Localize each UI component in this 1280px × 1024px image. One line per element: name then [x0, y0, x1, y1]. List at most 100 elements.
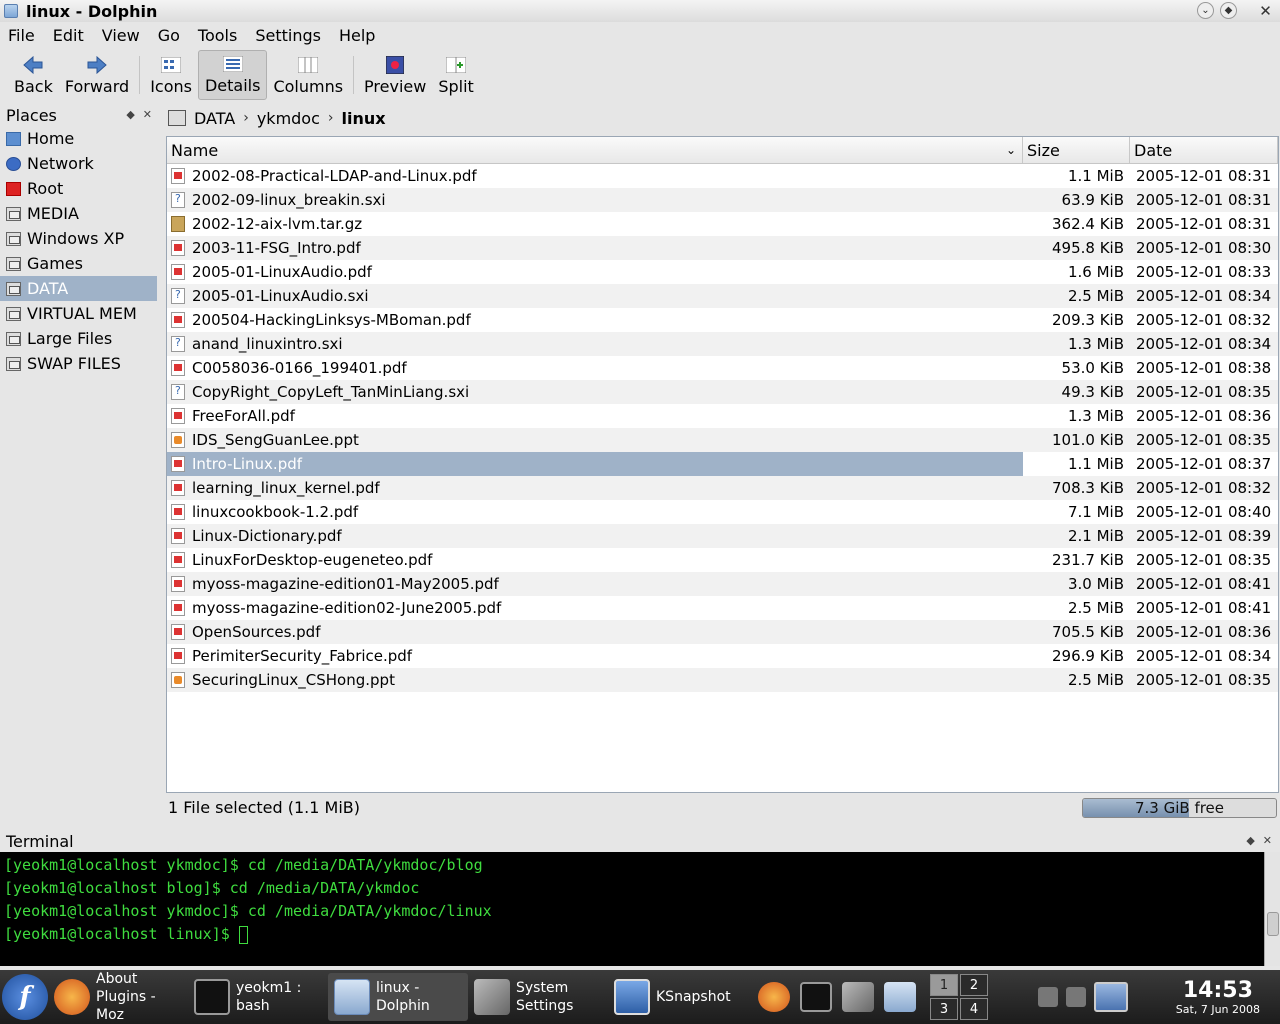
pager-desktop-1[interactable]: 1: [930, 974, 958, 996]
network-tray-icon[interactable]: [1038, 987, 1058, 1007]
file-name-cell[interactable]: C0058036-0166_199401.pdf: [167, 356, 1023, 380]
preview-button[interactable]: Preview: [358, 50, 432, 100]
terminal-scrollbar[interactable]: [1264, 852, 1280, 966]
file-name-cell[interactable]: SecuringLinux_CSHong.ppt: [167, 668, 1023, 692]
menu-help[interactable]: Help: [339, 26, 375, 45]
file-name-cell[interactable]: myoss-magazine-edition01-May2005.pdf: [167, 572, 1023, 596]
scrollbar-thumb[interactable]: [1267, 912, 1279, 936]
file-row[interactable]: 2002-12-aix-lvm.tar.gz 362.4 KiB 2005-12-0…: [167, 212, 1278, 236]
task-terminal[interactable]: yeokm1 : bash: [188, 973, 328, 1021]
file-row[interactable]: C0058036-0166_199401.pdf 53.0 KiB 2005-12-…: [167, 356, 1278, 380]
breadcrumb-linux[interactable]: linux: [342, 109, 386, 128]
file-row[interactable]: 200504-HackingLinksys-MBoman.pdf 209.3 Ki…: [167, 308, 1278, 332]
kde-menu-icon[interactable]: f: [2, 974, 48, 1020]
column-date[interactable]: Date: [1130, 137, 1278, 163]
file-name-cell[interactable]: myoss-magazine-edition02-June2005.pdf: [167, 596, 1023, 620]
terminal-output[interactable]: [yeokm1@localhost ykmdoc]$ cd /media/DAT…: [0, 852, 1264, 966]
pager-desktop-4[interactable]: 4: [960, 998, 988, 1020]
file-name-cell[interactable]: 2002-09-linux_breakin.sxi: [167, 188, 1023, 212]
place-data[interactable]: DATA: [0, 276, 157, 301]
file-name-cell[interactable]: 2005-01-LinuxAudio.sxi: [167, 284, 1023, 308]
undock-icon[interactable]: ◆: [1246, 834, 1254, 847]
file-row[interactable]: Linux-Dictionary.pdf 2.1 MiB 2005-12-01 08…: [167, 524, 1278, 548]
file-row[interactable]: 2002-09-linux_breakin.sxi 63.9 KiB 2005-12…: [167, 188, 1278, 212]
file-name-cell[interactable]: LinuxForDesktop-eugeneteo.pdf: [167, 548, 1023, 572]
file-row[interactable]: learning_linux_kernel.pdf 708.3 KiB 2005-1…: [167, 476, 1278, 500]
clipboard-tray-icon[interactable]: [1066, 987, 1086, 1007]
task-system-settings[interactable]: System Settings: [468, 973, 608, 1021]
file-row[interactable]: CopyRight_CopyLeft_TanMinLiang.sxi 49.3 K…: [167, 380, 1278, 404]
place-network[interactable]: Network: [0, 151, 157, 176]
file-name-cell[interactable]: 2003-11-FSG_Intro.pdf: [167, 236, 1023, 260]
clock[interactable]: 14:53 Sat, 7 Jun 2008: [1176, 978, 1260, 1016]
desktop-icon[interactable]: [1094, 982, 1128, 1012]
file-name-cell[interactable]: 2002-12-aix-lvm.tar.gz: [167, 212, 1023, 236]
file-name-cell[interactable]: CopyRight_CopyLeft_TanMinLiang.sxi: [167, 380, 1023, 404]
place-large-files[interactable]: Large Files: [0, 326, 157, 351]
task-dolphin[interactable]: linux - Dolphin: [328, 973, 468, 1021]
file-row[interactable]: myoss-magazine-edition02-June2005.pdf 2.5…: [167, 596, 1278, 620]
firefox-launcher-icon[interactable]: [758, 982, 790, 1012]
icons-view-button[interactable]: Icons: [144, 50, 198, 100]
file-name-cell[interactable]: PerimiterSecurity_Fabrice.pdf: [167, 644, 1023, 668]
details-view-button[interactable]: Details: [197, 50, 268, 100]
file-name-cell[interactable]: linuxcookbook-1.2.pdf: [167, 500, 1023, 524]
task-ksnapshot[interactable]: KSnapshot: [608, 973, 748, 1021]
place-root[interactable]: Root: [0, 176, 157, 201]
menu-go[interactable]: Go: [158, 26, 180, 45]
file-name-cell[interactable]: Intro-Linux.pdf: [167, 452, 1023, 476]
drive-icon[interactable]: [168, 110, 186, 126]
split-button[interactable]: Split: [432, 50, 479, 100]
file-row[interactable]: linuxcookbook-1.2.pdf 7.1 MiB 2005-12-01 0…: [167, 500, 1278, 524]
file-row[interactable]: Intro-Linux.pdf 1.1 MiB 2005-12-01 08:37: [167, 452, 1278, 476]
close-panel-icon[interactable]: ✕: [1263, 834, 1272, 847]
maximize-button[interactable]: ◆: [1220, 2, 1237, 19]
task-firefox[interactable]: About Plugins - Moz: [48, 971, 188, 1023]
file-row[interactable]: myoss-magazine-edition01-May2005.pdf 3.0 …: [167, 572, 1278, 596]
place-home[interactable]: Home: [0, 126, 157, 151]
file-name-cell[interactable]: anand_linuxintro.sxi: [167, 332, 1023, 356]
minimize-button[interactable]: ⌄: [1197, 2, 1214, 19]
file-row[interactable]: 2005-01-LinuxAudio.sxi 2.5 MiB 2005-12-01 …: [167, 284, 1278, 308]
file-name-cell[interactable]: Linux-Dictionary.pdf: [167, 524, 1023, 548]
file-row[interactable]: IDS_SengGuanLee.ppt 101.0 KiB 2005-12-01 0…: [167, 428, 1278, 452]
menu-settings[interactable]: Settings: [255, 26, 321, 45]
file-row[interactable]: 2005-01-LinuxAudio.pdf 1.6 MiB 2005-12-01 …: [167, 260, 1278, 284]
terminal-launcher-icon[interactable]: [800, 982, 832, 1012]
file-row[interactable]: PerimiterSecurity_Fabrice.pdf 296.9 KiB 20…: [167, 644, 1278, 668]
title-bar[interactable]: linux - Dolphin ⌄ ◆ ✕: [0, 0, 1280, 22]
file-row[interactable]: 2003-11-FSG_Intro.pdf 495.8 KiB 2005-12-01…: [167, 236, 1278, 260]
menu-tools[interactable]: Tools: [198, 26, 237, 45]
pager-desktop-2[interactable]: 2: [960, 974, 988, 996]
dolphin-app-icon[interactable]: [4, 4, 18, 18]
file-name-cell[interactable]: OpenSources.pdf: [167, 620, 1023, 644]
column-size[interactable]: Size: [1023, 137, 1130, 163]
file-row[interactable]: SecuringLinux_CSHong.ppt 2.5 MiB 2005-12-0…: [167, 668, 1278, 692]
file-row[interactable]: anand_linuxintro.sxi 1.3 MiB 2005-12-01 08…: [167, 332, 1278, 356]
system-settings-launcher-icon[interactable]: [842, 982, 874, 1012]
file-name-cell[interactable]: FreeForAll.pdf: [167, 404, 1023, 428]
back-button[interactable]: Back: [8, 50, 59, 100]
file-row[interactable]: FreeForAll.pdf 1.3 MiB 2005-12-01 08:36: [167, 404, 1278, 428]
place-media[interactable]: MEDIA: [0, 201, 157, 226]
file-name-cell[interactable]: 2005-01-LinuxAudio.pdf: [167, 260, 1023, 284]
place-virtual-mem[interactable]: VIRTUAL MEM: [0, 301, 157, 326]
breadcrumb-ykmdoc[interactable]: ykmdoc: [257, 109, 320, 128]
place-windows-xp[interactable]: Windows XP: [0, 226, 157, 251]
file-list-view[interactable]: Name ⌄ Size Date 2002-08-Practical-LDAP-a…: [166, 136, 1279, 793]
dolphin-launcher-icon[interactable]: [884, 982, 916, 1012]
close-button[interactable]: ✕: [1257, 2, 1274, 20]
file-row[interactable]: 2002-08-Practical-LDAP-and-Linux.pdf 1.1 …: [167, 164, 1278, 188]
file-row[interactable]: LinuxForDesktop-eugeneteo.pdf 231.7 KiB 20…: [167, 548, 1278, 572]
column-name[interactable]: Name ⌄: [167, 137, 1023, 163]
close-panel-icon[interactable]: ✕: [143, 108, 152, 121]
forward-button[interactable]: Forward: [59, 50, 135, 100]
file-name-cell[interactable]: learning_linux_kernel.pdf: [167, 476, 1023, 500]
breadcrumb-data[interactable]: DATA: [194, 109, 235, 128]
menu-file[interactable]: File: [8, 26, 35, 45]
pager-desktop-3[interactable]: 3: [930, 998, 958, 1020]
columns-view-button[interactable]: Columns: [267, 50, 349, 100]
place-games[interactable]: Games: [0, 251, 157, 276]
file-name-cell[interactable]: IDS_SengGuanLee.ppt: [167, 428, 1023, 452]
undock-icon[interactable]: ◆: [126, 108, 134, 121]
